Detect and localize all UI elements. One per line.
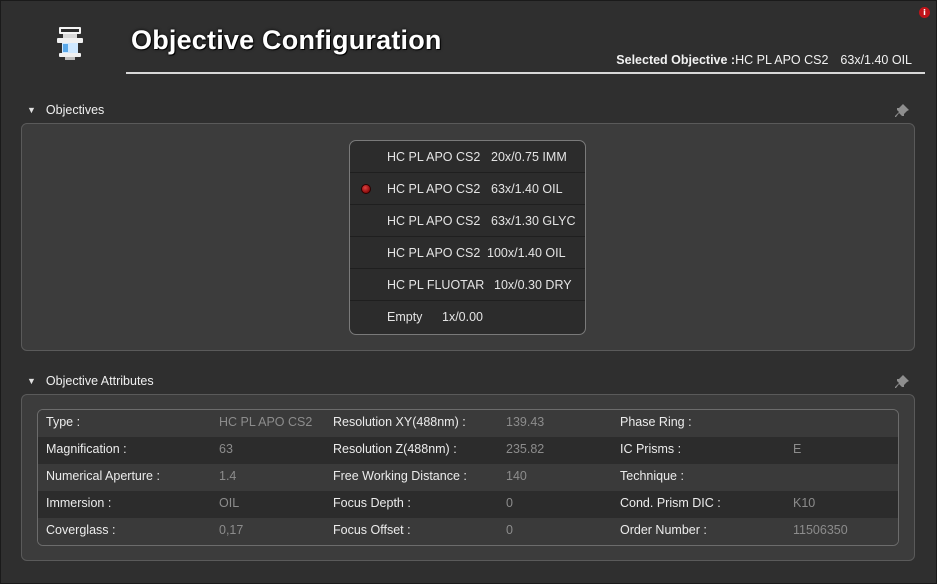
objective-spec: 20x/0.75 IMM (491, 150, 567, 164)
attribute-label: Magnification : (46, 442, 127, 456)
attribute-label: Focus Offset : (333, 523, 411, 537)
objective-row[interactable]: HC PL APO CS2 100x/1.40 OIL (350, 237, 585, 269)
title-divider (126, 72, 925, 74)
attribute-row: Immersion : OIL Focus Depth : 0 Cond. Prism … (38, 491, 898, 518)
objective-row[interactable]: HC PL APO CS2 20x/0.75 IMM (350, 141, 585, 173)
attributes-section-header[interactable]: ▼ Objective Attributes (27, 374, 154, 392)
objective-name: HC PL APO CS2 (387, 150, 481, 164)
attribute-row: Magnification : 63 Resolution Z(488nm) : 23… (38, 437, 898, 464)
attribute-label: Type : (46, 415, 81, 429)
attribute-label: Phase Ring : (620, 415, 692, 429)
attribute-label: Technique : (620, 469, 684, 483)
objective-row[interactable]: HC PL APO CS2 63x/1.30 GLYC (350, 205, 585, 237)
objective-name: HC PL FLUOTAR (387, 278, 485, 292)
attribute-value: HC PL APO CS2 (219, 415, 313, 429)
page-title: Objective Configuration (131, 25, 442, 55)
selected-objective-label: Selected Objective : (616, 53, 736, 67)
attribute-label: Cond. Prism DIC : (620, 496, 721, 510)
objective-spec: 100x/1.40 OIL (487, 246, 566, 260)
info-icon[interactable]: i (919, 7, 930, 18)
objective-spec: 1x/0.00 (442, 310, 484, 324)
attribute-value: 0,17 (219, 523, 244, 537)
objective-name: HC PL APO CS2 (387, 246, 481, 260)
objective-list[interactable]: HC PL APO CS2 20x/0.75 IMM HC PL APO CS2 63… (349, 140, 586, 335)
pin-icon[interactable] (894, 374, 910, 390)
attribute-value: 235.82 (506, 442, 545, 456)
attribute-value: E (793, 442, 802, 456)
objective-row[interactable]: HC PL FLUOTAR 10x/0.30 DRY (350, 269, 585, 301)
selected-objective-spec: 63x/1.40 OIL (840, 53, 912, 67)
objective-configuration-window: i Objective Configuration Selected Objec… (0, 0, 937, 584)
objective-row[interactable]: Empty 1x/0.00 (350, 301, 585, 333)
attribute-value: K10 (793, 496, 816, 510)
attribute-label: Resolution XY(488nm) : (333, 415, 466, 429)
attribute-label: Numerical Aperture : (46, 469, 160, 483)
attribute-label: Focus Depth : (333, 496, 411, 510)
attribute-row: Numerical Aperture : 1.4 Free Working Dist… (38, 464, 898, 491)
attribute-row: Coverglass : 0,17 Focus Offset : 0 Order Num… (38, 518, 898, 545)
triangle-down-icon[interactable]: ▼ (27, 376, 36, 386)
triangle-down-icon[interactable]: ▼ (27, 105, 36, 115)
objective-spec: 63x/1.30 GLYC (491, 214, 576, 228)
attribute-row: Type : HC PL APO CS2 Resolution XY(488nm) … (38, 410, 898, 437)
attribute-value: 11506350 (793, 523, 848, 537)
attribute-value: 63 (219, 442, 233, 456)
selected-objective-name: HC PL APO CS2 (735, 53, 829, 67)
selected-objective: Selected Objective :HC PL APO CS2 63x/1.4… (616, 53, 912, 67)
attribute-label: IC Prisms : (620, 442, 682, 456)
active-objective-indicator-icon (361, 184, 371, 194)
attributes-section-title: Objective Attributes (45, 374, 154, 388)
attribute-value: 140 (506, 469, 527, 483)
objective-spec: 63x/1.40 OIL (491, 182, 563, 196)
attribute-label: Free Working Distance : (333, 469, 467, 483)
objective-name: Empty (387, 310, 423, 324)
objective-row[interactable]: HC PL APO CS2 63x/1.40 OIL (350, 173, 585, 205)
attribute-label: Coverglass : (46, 523, 116, 537)
objectives-section-title: Objectives (45, 103, 105, 117)
attributes-table: Type : HC PL APO CS2 Resolution XY(488nm) … (37, 409, 899, 546)
attribute-value: 139.43 (506, 415, 545, 429)
attribute-value: 1.4 (219, 469, 237, 483)
objective-name: HC PL APO CS2 (387, 214, 481, 228)
objective-spec: 10x/0.30 DRY (494, 278, 572, 292)
objective-lens-icon (57, 27, 83, 60)
attribute-label: Immersion : (46, 496, 112, 510)
attribute-value: 0 (506, 523, 513, 537)
objectives-section-header[interactable]: ▼ Objectives (27, 103, 104, 121)
attribute-label: Resolution Z(488nm) : (333, 442, 457, 456)
attribute-value: OIL (219, 496, 240, 510)
pin-icon[interactable] (894, 103, 910, 119)
attribute-label: Order Number : (620, 523, 707, 537)
objective-name: HC PL APO CS2 (387, 182, 481, 196)
attribute-value: 0 (506, 496, 513, 510)
